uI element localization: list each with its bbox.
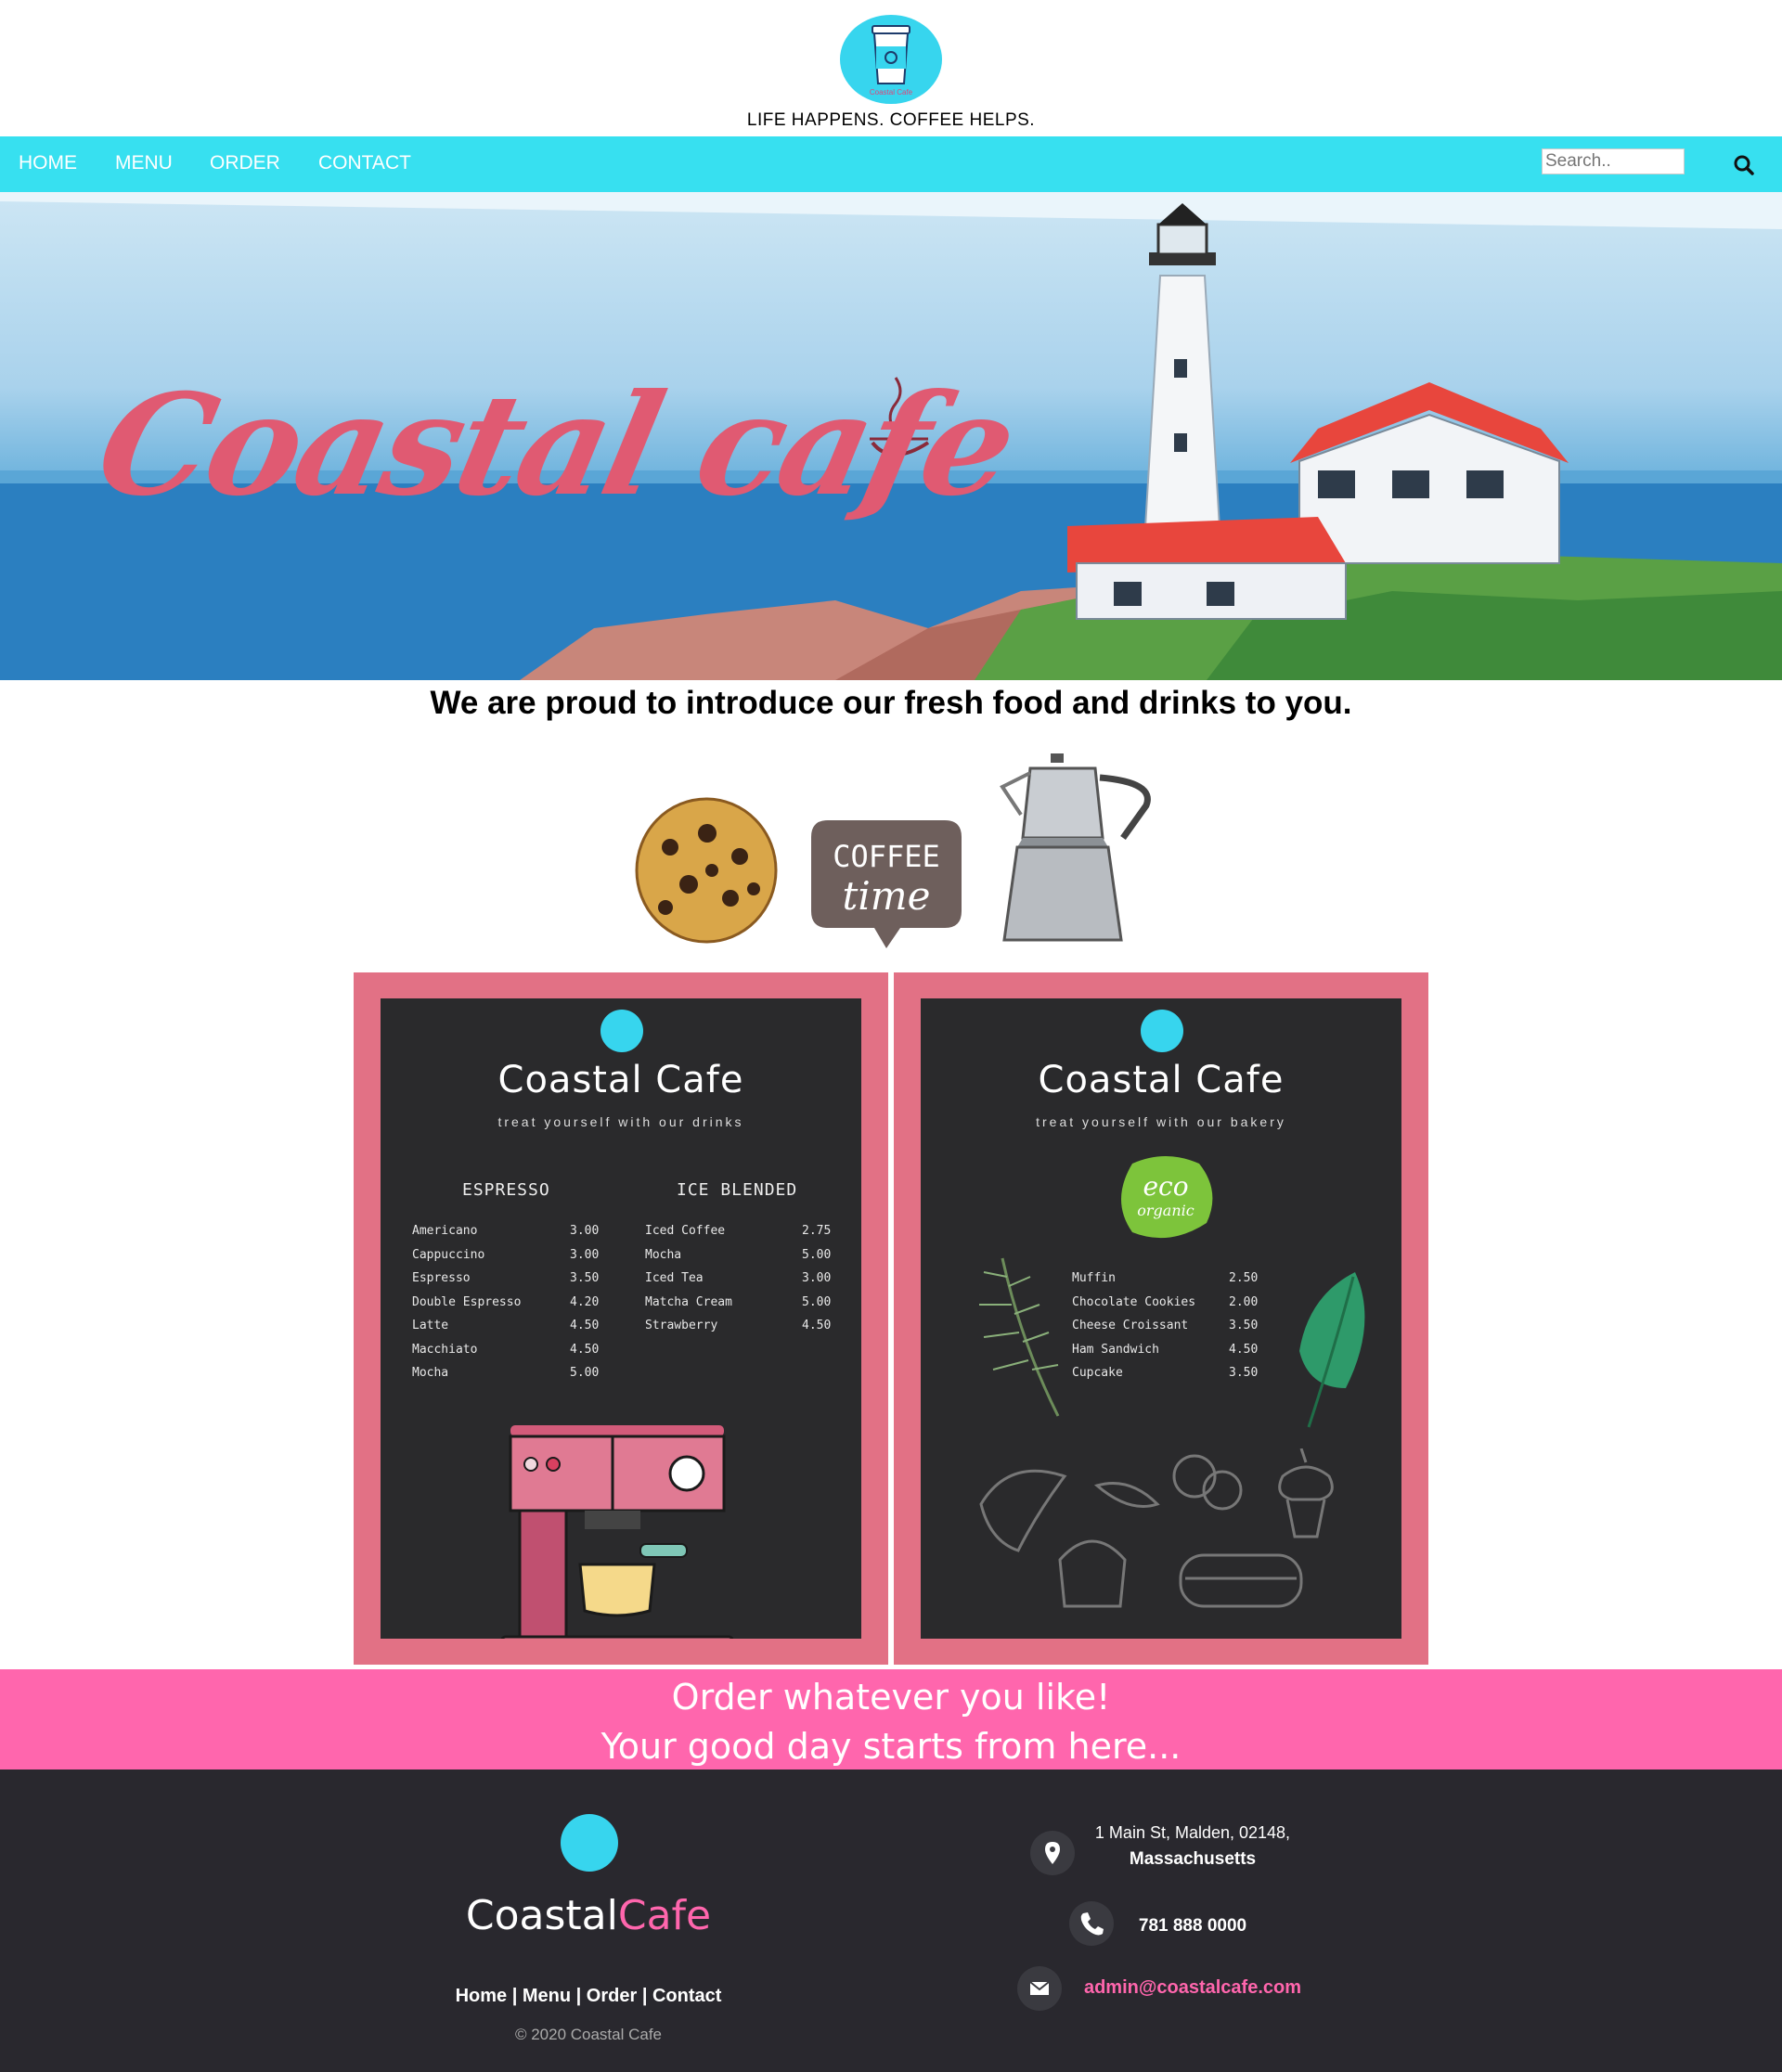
- nav-contact[interactable]: CONTACT: [318, 152, 411, 174]
- menu-item-price: 2.75: [802, 1224, 832, 1238]
- search-icon[interactable]: [1730, 151, 1758, 179]
- menu-item-name: Matcha Cream: [645, 1295, 732, 1309]
- drinks-board-title: Coastal Cafe: [497, 1059, 744, 1101]
- menu-item-price: 3.50: [1229, 1366, 1259, 1380]
- bakery-board-title: Coastal Cafe: [1038, 1059, 1285, 1101]
- footer-link-contact[interactable]: Contact: [652, 1986, 721, 2006]
- email-icon: [1017, 1966, 1062, 2011]
- logo-text: Coastal Cafe: [870, 88, 913, 97]
- banner-line-1: Order whatever you like!: [671, 1677, 1111, 1718]
- menu-item-name: Cheese Croissant: [1072, 1319, 1189, 1332]
- menu-item-price: 3.50: [570, 1271, 600, 1285]
- footer-link-separator: |: [571, 1986, 587, 2006]
- board-logo-icon: [1141, 1010, 1183, 1052]
- menu-item-price: 4.50: [802, 1319, 832, 1332]
- menu-item-price: 5.00: [570, 1366, 600, 1380]
- bakery-board-subtitle: treat yourself with our bakery: [1036, 1114, 1286, 1129]
- site-header: Coastal Cafe LIFE HAPPENS. COFFEE HELPS.: [0, 0, 1782, 136]
- banner-line-2: Your good day starts from here...: [600, 1726, 1182, 1767]
- menu-item-name: Iced Coffee: [645, 1224, 726, 1238]
- menu-item-name: Espresso: [412, 1271, 471, 1285]
- menu-item-price: 3.00: [570, 1248, 600, 1262]
- hero-title: Coastal cafe: [84, 364, 1027, 527]
- bakery-menu-board: Coastal Cafe treat yourself with our bak…: [894, 972, 1428, 1665]
- menu-item-price: 5.00: [802, 1248, 832, 1262]
- cookie-icon: [635, 797, 778, 944]
- address-line-2: Massachusetts: [1129, 1849, 1257, 1869]
- address-line-1: 1 Main St, Malden, 02148,: [1094, 1823, 1291, 1842]
- footer-link-separator: |: [507, 1986, 523, 2006]
- menu-item-price: 3.50: [1229, 1319, 1259, 1332]
- footer-copyright: © 2020 Coastal Cafe: [514, 2026, 663, 2043]
- menu-item-name: Muffin: [1072, 1271, 1116, 1285]
- footer-brand-coastal: Coastal: [465, 1892, 618, 1939]
- phone-number[interactable]: 781 888 0000: [1123, 1916, 1262, 1937]
- location-pin-icon: [1030, 1831, 1075, 1875]
- footer-link-menu[interactable]: Menu: [523, 1986, 571, 2006]
- menu-item-name: Iced Tea: [645, 1271, 704, 1285]
- espresso-machine-icon: [501, 1425, 733, 1639]
- time-bubble-text: time: [843, 873, 931, 919]
- ice-blended-heading: ICE BLENDED: [677, 1180, 798, 1200]
- email-link[interactable]: admin@coastalcafe.com: [1077, 1977, 1309, 1999]
- menu-item-name: Macchiato: [412, 1343, 478, 1357]
- menu-item-name: Chocolate Cookies: [1072, 1295, 1196, 1309]
- menu-item-price: 4.50: [1229, 1343, 1259, 1357]
- menu-item-name: Americano: [412, 1224, 478, 1238]
- nav-order[interactable]: ORDER: [210, 152, 280, 174]
- search-input[interactable]: [1542, 148, 1685, 174]
- phone-icon: [1069, 1901, 1114, 1946]
- footer-link-home[interactable]: Home: [456, 1986, 508, 2006]
- main-nav: HOME MENU ORDER CONTACT: [0, 136, 1782, 192]
- bakery-sketch-icons: [979, 1448, 1334, 1608]
- footer-brand: CoastalCafe: [403, 1892, 774, 1939]
- menu-item-price: 2.00: [1229, 1295, 1259, 1309]
- coffee-bubble-text: COFFEE: [833, 839, 940, 874]
- menu-item-name: Mocha: [645, 1248, 682, 1262]
- menu-item-name: Strawberry: [645, 1319, 718, 1332]
- menu-item-price: 3.00: [570, 1224, 600, 1238]
- drinks-menu-board: Coastal Cafe treat yourself with our dri…: [354, 972, 888, 1665]
- moka-pot-icon: [1000, 753, 1151, 942]
- espresso-heading: ESPRESSO: [462, 1180, 550, 1200]
- menu-item-name: Cupcake: [1072, 1366, 1123, 1380]
- tropical-leaf-icon: [1299, 1272, 1365, 1428]
- footer-links: Home | Menu | Order | Contact: [403, 1986, 774, 2007]
- footer-link-separator: |: [637, 1986, 652, 2006]
- nav-menu[interactable]: MENU: [115, 152, 173, 174]
- eco-organic-badge-icon: eco organic: [1121, 1156, 1213, 1239]
- menu-item-price: 4.50: [570, 1343, 600, 1357]
- site-footer: CoastalCafe Home | Menu | Order | Contac…: [0, 1770, 1782, 2072]
- tagline: LIFE HAPPENS. COFFEE HELPS.: [746, 110, 1036, 130]
- nav-home[interactable]: HOME: [19, 152, 77, 174]
- menu-item-name: Double Espresso: [412, 1295, 522, 1309]
- badge-eco-text: eco: [1143, 1171, 1188, 1202]
- menu-item-price: 2.50: [1229, 1271, 1259, 1285]
- menu-item-name: Cappuccino: [412, 1248, 485, 1262]
- hero-banner: Coastal cafe: [0, 192, 1782, 680]
- menu-item-name: Latte: [412, 1319, 449, 1332]
- drinks-board-subtitle: treat yourself with our drinks: [497, 1114, 744, 1129]
- footer-logo-icon[interactable]: [561, 1814, 618, 1872]
- coffee-time-bubble-icon: COFFEE time: [811, 820, 962, 948]
- rosemary-leaf-icon: [979, 1257, 1060, 1417]
- menu-item-name: Ham Sandwich: [1072, 1343, 1159, 1357]
- intro-heading: We are proud to introduce our fresh food…: [430, 685, 1352, 721]
- menu-item-name: Mocha: [412, 1366, 449, 1380]
- badge-organic-text: organic: [1137, 1202, 1194, 1219]
- footer-brand-cafe: Cafe: [617, 1892, 712, 1939]
- menu-item-price: 3.00: [802, 1271, 832, 1285]
- coffee-cup-logo-icon: Coastal Cafe: [870, 25, 913, 97]
- menu-item-price: 5.00: [802, 1295, 832, 1309]
- board-logo-icon: [600, 1010, 643, 1052]
- menu-item-price: 4.50: [570, 1319, 600, 1332]
- menu-item-price: 4.20: [570, 1295, 600, 1309]
- footer-link-order[interactable]: Order: [587, 1986, 637, 2006]
- order-banner: Order whatever you like! Your good day s…: [0, 1669, 1782, 1770]
